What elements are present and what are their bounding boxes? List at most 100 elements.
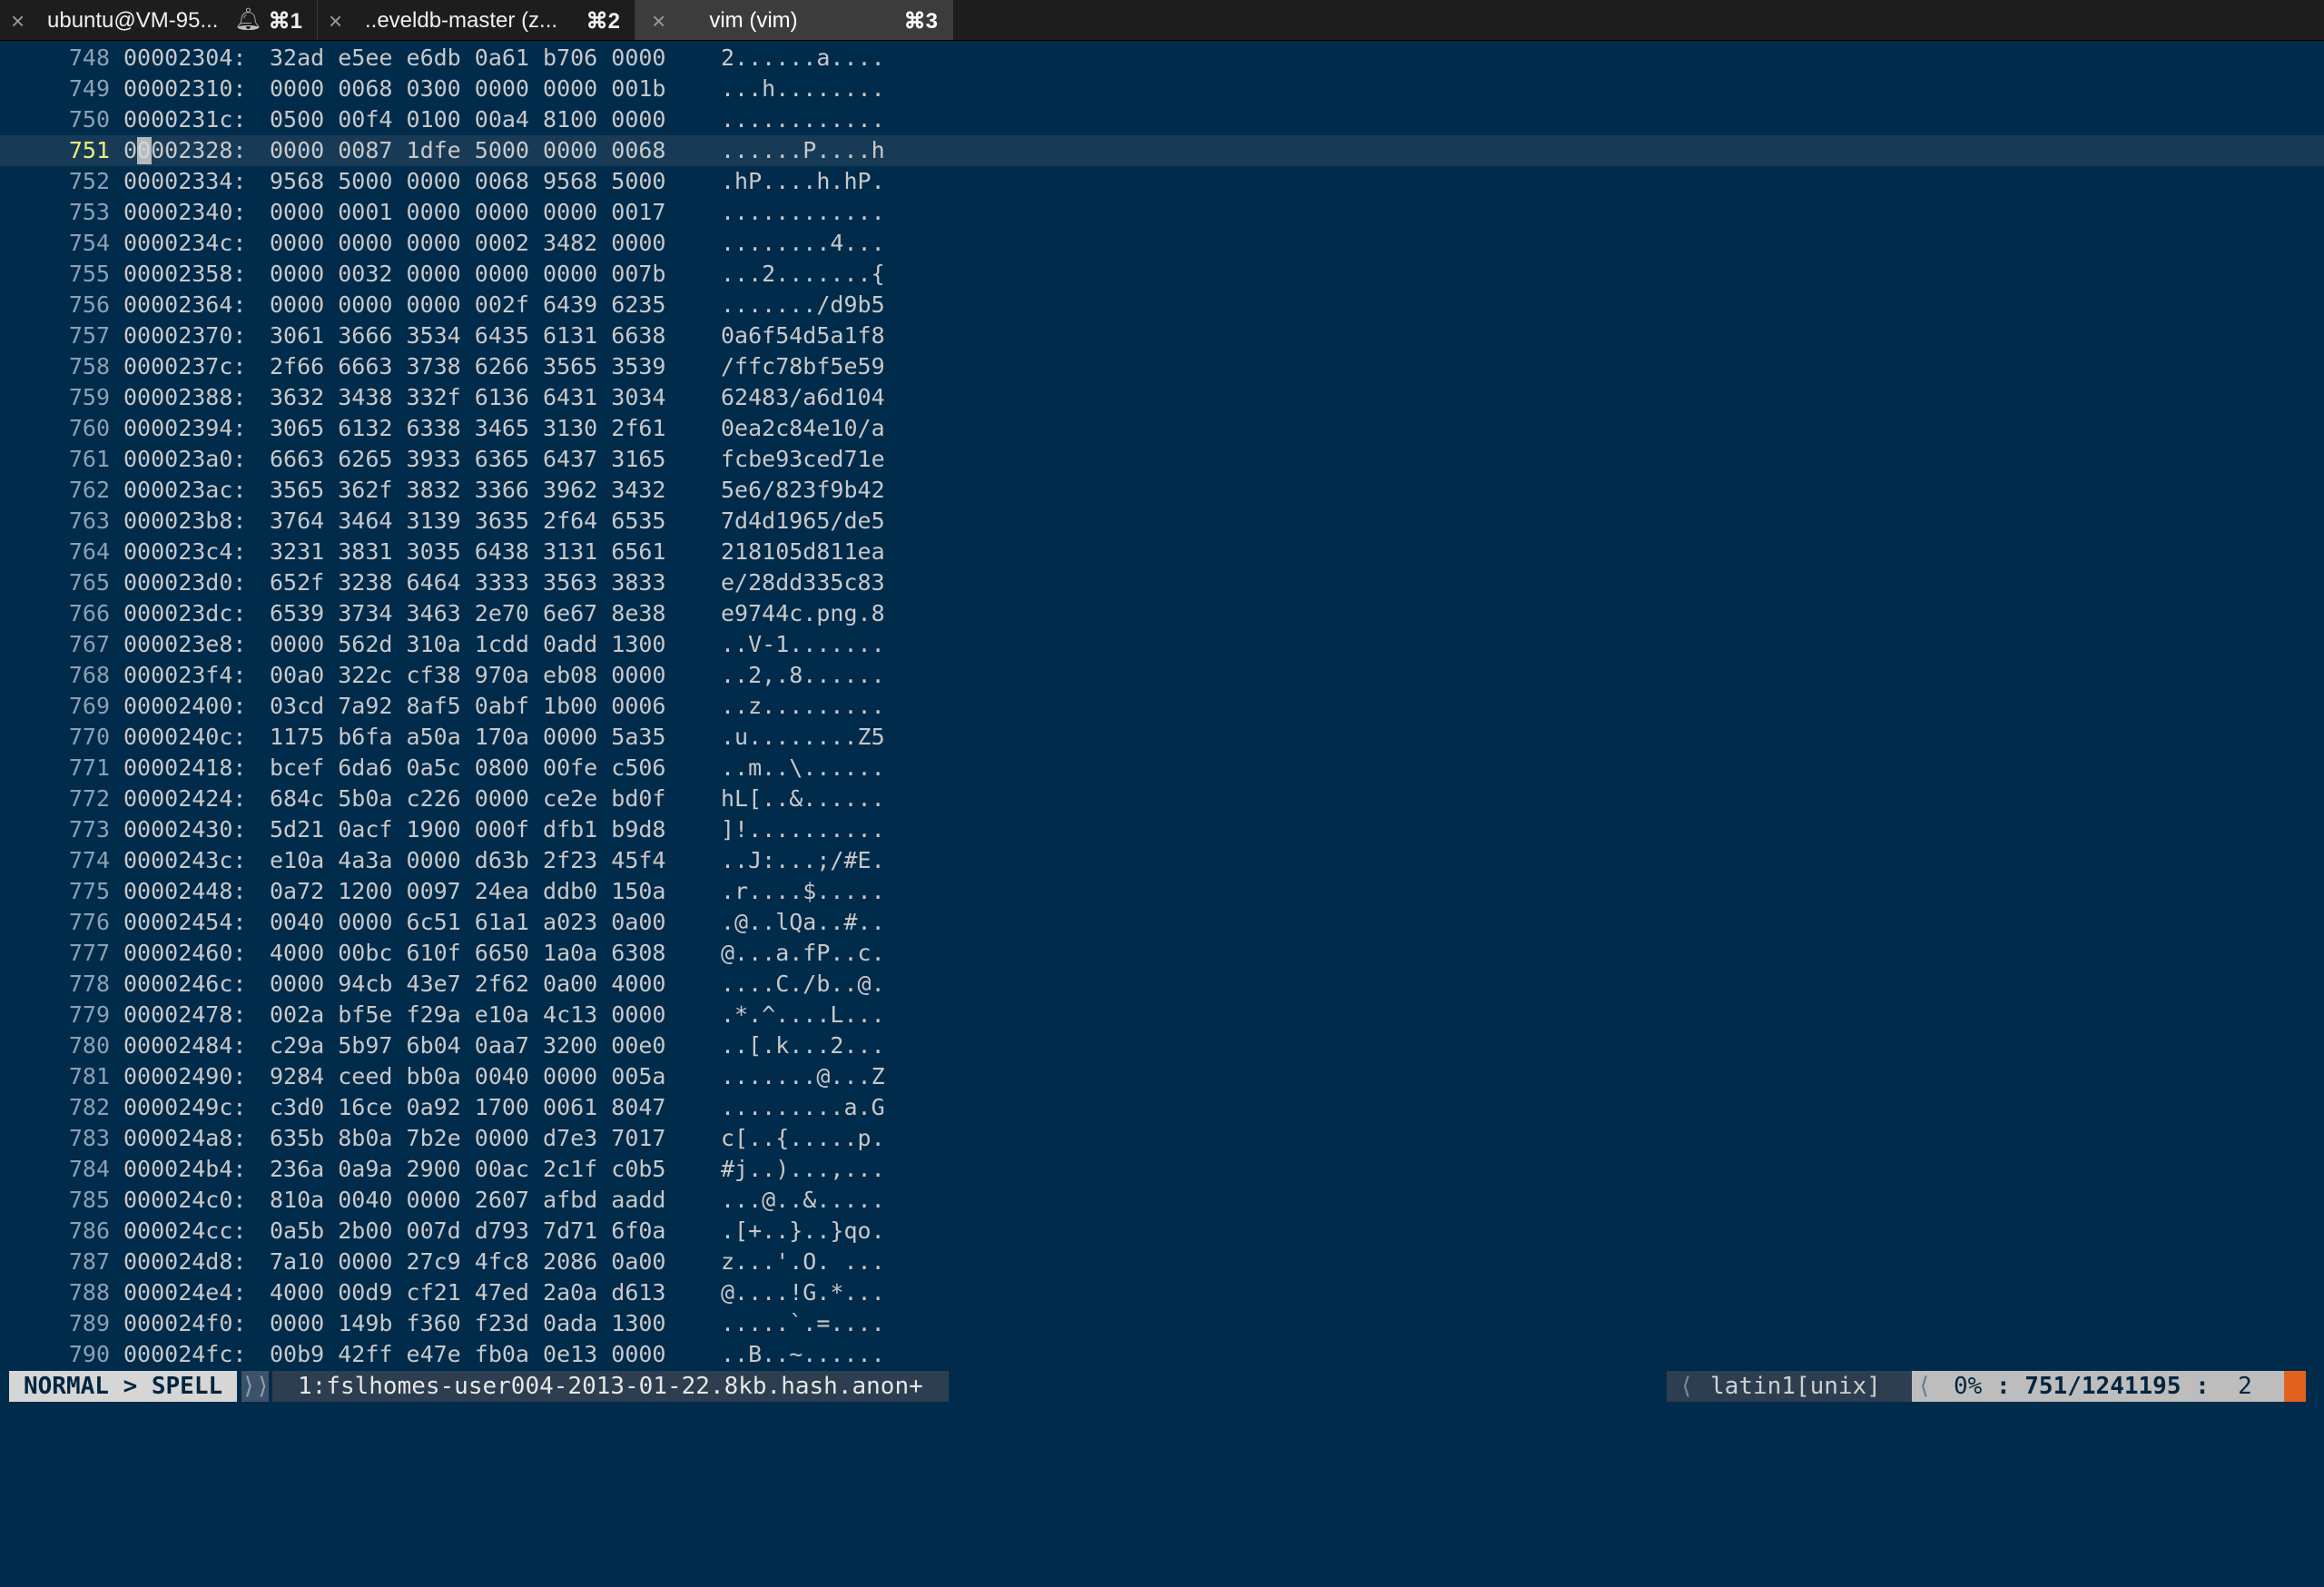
hex-line[interactable]: 785 000024c0: 810a 0040 0000 2607 afbd aad… <box>0 1185 2324 1216</box>
line-number: 748 <box>68 44 110 71</box>
line-number: 780 <box>68 1032 110 1059</box>
line-number: 759 <box>68 384 110 410</box>
close-tab-icon[interactable]: × <box>11 7 25 35</box>
file-encoding: ⟨ latin1[unix] <box>1667 1371 1912 1402</box>
hex-offset: 0000234c: <box>123 230 247 256</box>
ascii-text: 218105d811ea <box>721 538 885 565</box>
hex-line[interactable]: 767 000023e8: 0000 562d 310a 1cdd 0add 130… <box>0 629 2324 660</box>
hex-line[interactable]: 788 000024e4: 4000 00d9 cf21 47ed 2a0a d61… <box>0 1277 2324 1308</box>
hex-offset: 00002454: <box>123 909 247 935</box>
hex-line[interactable]: 760 00002394: 3065 6132 6338 3465 3130 2f6… <box>0 413 2324 444</box>
hex-line[interactable]: 790 000024fc: 00b9 42ff e47e fb0a 0e13 000… <box>0 1339 2324 1370</box>
status-line: NORMAL > SPELL ⟩⟩ 1:fslhomes-user004-201… <box>0 1371 2324 1402</box>
hex-line[interactable]: 761 000023a0: 6663 6265 3933 6365 6437 316… <box>0 444 2324 475</box>
cursor-position: ⟨ 0% : 751/1241195 : 2 <box>1912 1371 2284 1402</box>
hex-line[interactable]: 752 00002334: 9568 5000 0000 0068 9568 500… <box>0 166 2324 197</box>
ascii-text: @....!G.*... <box>721 1279 885 1306</box>
hex-line[interactable]: 757 00002370: 3061 3666 3534 6435 6131 663… <box>0 320 2324 351</box>
hex-bytes: 00a0 322c cf38 970a eb08 0000 <box>270 662 666 688</box>
hex-line[interactable]: 766 000023dc: 6539 3734 3463 2e70 6e67 8e3… <box>0 598 2324 629</box>
hex-line[interactable]: 754 0000234c: 0000 0000 0000 0002 3482 000… <box>0 228 2324 259</box>
hex-offset: 000023f4: <box>123 662 247 688</box>
hex-line[interactable]: 777 00002460: 4000 00bc 610f 6650 1a0a 630… <box>0 938 2324 969</box>
hex-line[interactable]: 775 00002448: 0a72 1200 0097 24ea ddb0 150… <box>0 876 2324 907</box>
hex-line[interactable]: 769 00002400: 03cd 7a92 8af5 0abf 1b00 000… <box>0 691 2324 722</box>
hex-line[interactable]: 773 00002430: 5d21 0acf 1900 000f dfb1 b9d… <box>0 814 2324 845</box>
hex-bytes: 0a5b 2b00 007d d793 7d71 6f0a <box>270 1217 666 1244</box>
ascii-text: ]!.......... <box>721 816 885 843</box>
vim-editor[interactable]: 748 00002304: 32ad e5ee e6db 0a61 b706 000… <box>0 43 2324 1370</box>
hex-line[interactable]: 750 0000231c: 0500 00f4 0100 00a4 8100 000… <box>0 104 2324 135</box>
hex-bytes: 0000 0000 0000 0002 3482 0000 <box>270 230 666 256</box>
hex-line[interactable]: 771 00002418: bcef 6da6 0a5c 0800 00fe c50… <box>0 753 2324 784</box>
hex-line[interactable]: 758 0000237c: 2f66 6663 3738 6266 3565 353… <box>0 351 2324 382</box>
hex-line[interactable]: 782 0000249c: c3d0 16ce 0a92 1700 0061 804… <box>0 1092 2324 1123</box>
hex-bytes: bcef 6da6 0a5c 0800 00fe c506 <box>270 754 666 781</box>
tab-3[interactable]: × vim (vim) ⌘3 <box>635 0 953 40</box>
hex-offset: 00002490: <box>123 1063 247 1089</box>
hex-bytes: 3061 3666 3534 6435 6131 6638 <box>270 322 666 349</box>
column-number: 2 <box>2238 1373 2252 1400</box>
hex-offset: 00002358: <box>123 261 247 287</box>
hex-bytes: 3231 3831 3035 6438 3131 6561 <box>270 538 666 565</box>
ascii-text: e9744c.png.8 <box>721 600 885 626</box>
tab-2[interactable]: × ..eveldb-master (z... ⌘2 <box>318 0 635 40</box>
hex-line[interactable]: 778 0000246c: 0000 94cb 43e7 2f62 0a00 400… <box>0 969 2324 1000</box>
hex-bytes: 0040 0000 6c51 61a1 a023 0a00 <box>270 909 666 935</box>
hex-line[interactable]: 751 00002328: 0000 0087 1dfe 5000 0000 006… <box>0 135 2324 166</box>
hex-line[interactable]: 749 00002310: 0000 0068 0300 0000 0000 001… <box>0 74 2324 104</box>
hex-line[interactable]: 765 000023d0: 652f 3238 6464 3333 3563 383… <box>0 567 2324 598</box>
hex-line[interactable]: 781 00002490: 9284 ceed bb0a 0040 0000 005… <box>0 1061 2324 1092</box>
hex-line[interactable]: 748 00002304: 32ad e5ee e6db 0a61 b706 000… <box>0 43 2324 74</box>
ascii-text: ........4... <box>721 230 885 256</box>
line-number: 752 <box>68 168 110 194</box>
hex-line[interactable]: 755 00002358: 0000 0032 0000 0000 0000 007… <box>0 259 2324 290</box>
hex-bytes: 4000 00bc 610f 6650 1a0a 6308 <box>270 940 666 966</box>
hex-line[interactable]: 764 000023c4: 3231 3831 3035 6438 3131 656… <box>0 537 2324 567</box>
hex-line[interactable]: 774 0000243c: e10a 4a3a 0000 d63b 2f23 45f… <box>0 845 2324 876</box>
close-tab-icon[interactable]: × <box>329 7 342 35</box>
tab-title: ..eveldb-master (z... <box>365 8 558 33</box>
hex-line[interactable]: 768 000023f4: 00a0 322c cf38 970a eb08 000… <box>0 660 2324 691</box>
hex-line[interactable]: 789 000024f0: 0000 149b f360 f23d 0ada 130… <box>0 1308 2324 1339</box>
line-number: 787 <box>68 1248 110 1275</box>
ascii-text: ..m..\...... <box>721 754 885 781</box>
hex-bytes: 1175 b6fa a50a 170a 0000 5a35 <box>270 724 666 750</box>
line-number: 788 <box>68 1279 110 1306</box>
hex-line[interactable]: 770 0000240c: 1175 b6fa a50a 170a 0000 5a3… <box>0 722 2324 753</box>
hex-line[interactable]: 780 00002484: c29a 5b97 6b04 0aa7 3200 00e… <box>0 1030 2324 1061</box>
hex-line[interactable]: 776 00002454: 0040 0000 6c51 61a1 a023 0a0… <box>0 907 2324 938</box>
hex-offset: 000024e4: <box>123 1279 247 1306</box>
hex-line[interactable]: 759 00002388: 3632 3438 332f 6136 6431 303… <box>0 382 2324 413</box>
hex-offset: 000024f0: <box>123 1310 247 1336</box>
hex-bytes: c29a 5b97 6b04 0aa7 3200 00e0 <box>270 1032 666 1059</box>
hex-offset: 00002394: <box>123 415 247 441</box>
line-number: 774 <box>68 847 110 873</box>
hex-bytes: 0000 0068 0300 0000 0000 001b <box>270 75 666 102</box>
line-number: 769 <box>68 693 110 719</box>
hex-line[interactable]: 762 000023ac: 3565 362f 3832 3366 3962 343… <box>0 475 2324 506</box>
line-number: 757 <box>68 322 110 349</box>
hex-line[interactable]: 784 000024b4: 236a 0a9a 2900 00ac 2c1f c0b… <box>0 1154 2324 1185</box>
ascii-text: .u........Z5 <box>721 724 885 750</box>
tab-1[interactable]: × ubuntu@VM-95... 🔔︎ ⌘1 <box>0 0 318 40</box>
hex-offset: 000023ac: <box>123 477 247 503</box>
hex-offset: 00002430: <box>123 816 247 843</box>
hex-bytes: 32ad e5ee e6db 0a61 b706 0000 <box>270 44 666 71</box>
ascii-text: 0a6f54d5a1f8 <box>721 322 885 349</box>
hex-offset: 0000249c: <box>123 1094 247 1120</box>
line-number: 749 <box>68 75 110 102</box>
hex-line[interactable]: 786 000024cc: 0a5b 2b00 007d d793 7d71 6f0… <box>0 1216 2324 1247</box>
hex-line[interactable]: 753 00002340: 0000 0001 0000 0000 0000 001… <box>0 197 2324 228</box>
hex-offset: 0000243c: <box>123 847 247 873</box>
hex-line[interactable]: 779 00002478: 002a bf5e f29a e10a 4c13 000… <box>0 1000 2324 1030</box>
tab-bar-empty-area <box>953 0 2324 40</box>
hex-line[interactable]: 772 00002424: 684c 5b0a c226 0000 ce2e bd0… <box>0 784 2324 814</box>
hex-line[interactable]: 763 000023b8: 3764 3464 3139 3635 2f64 653… <box>0 506 2324 537</box>
hex-line[interactable]: 756 00002364: 0000 0000 0000 002f 6439 623… <box>0 290 2324 320</box>
line-number: 751 <box>68 137 110 163</box>
hex-line[interactable]: 787 000024d8: 7a10 0000 27c9 4fc8 2086 0a0… <box>0 1247 2324 1277</box>
hex-line[interactable]: 783 000024a8: 635b 8b0a 7b2e 0000 d7e3 701… <box>0 1123 2324 1154</box>
hex-bytes: 0000 0032 0000 0000 0000 007b <box>270 261 666 287</box>
tab-shortcut: ⌘2 <box>586 9 620 34</box>
